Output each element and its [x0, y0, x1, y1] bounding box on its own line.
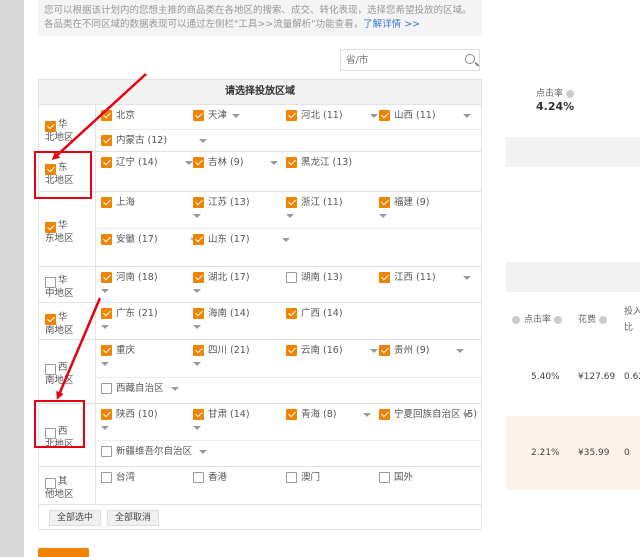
col-header-spend-text: 花费	[578, 315, 597, 325]
ctr-value: 4.24%	[536, 100, 575, 113]
col-header-spend: 花费	[578, 312, 608, 325]
ctr-label-text: 点击率	[536, 89, 564, 99]
help-icon	[512, 315, 520, 324]
report-band	[506, 262, 640, 292]
col-header-roi-1: 投入	[624, 307, 640, 317]
row-2-spend: ¥35.99	[578, 448, 610, 458]
ctr-label: 点击率	[536, 86, 575, 99]
help-icon	[554, 315, 563, 324]
confirm-button[interactable]	[38, 548, 89, 557]
row-2-roi: 0	[624, 448, 630, 458]
row-2-ctr: 2.21%	[531, 448, 560, 458]
annotation-arrow-2	[56, 297, 102, 400]
col-header-ctr: 点击率	[512, 312, 563, 325]
help-icon	[599, 315, 608, 324]
row-1-spend: ¥127.69	[578, 372, 616, 382]
help-icon	[566, 89, 575, 98]
col-header-ctr-text: 点击率	[524, 315, 552, 325]
report-row-highlight	[506, 416, 640, 490]
report-band	[506, 137, 640, 167]
annotation-arrow-1	[51, 73, 147, 161]
col-header-roi-2: 比	[624, 323, 634, 333]
row-1-ctr: 5.40%	[531, 372, 560, 382]
row-1-roi: 0.62	[624, 372, 640, 382]
